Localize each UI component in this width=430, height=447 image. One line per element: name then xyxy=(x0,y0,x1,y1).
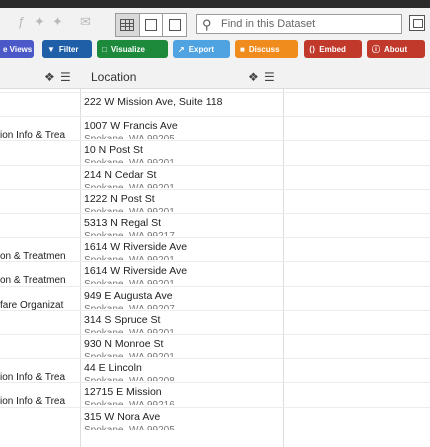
email-icon[interactable]: ✉ xyxy=(80,14,91,30)
column-menu-icon[interactable]: ☰ xyxy=(264,70,275,84)
info-icon: ⓘ xyxy=(372,44,380,54)
export-button[interactable]: ↗ Export xyxy=(173,40,230,58)
discuss-button[interactable]: ■ Discuss xyxy=(235,40,298,58)
row-divider xyxy=(0,116,430,118)
expand-icon[interactable] xyxy=(409,15,425,31)
table-cell-location: 1222 N Post St xyxy=(84,192,155,205)
discuss-icon: ■ xyxy=(240,44,245,54)
table-cell-location-cut: Spokane, WA 99201 xyxy=(84,352,175,357)
table-cell-location-cut: Spokane, WA 99201 xyxy=(84,279,175,284)
list-view-icon[interactable] xyxy=(140,14,164,36)
filter-button[interactable]: ▼ Filter xyxy=(42,40,92,58)
table-cell-location: 949 E Augusta Ave xyxy=(84,289,173,302)
table-cell-location: 314 S Spruce St xyxy=(84,313,161,326)
view-switcher xyxy=(115,13,187,37)
row-divider xyxy=(0,358,430,360)
table-cell-location: 44 E Lincoln xyxy=(84,362,142,375)
export-icon: ↗ xyxy=(178,44,185,54)
row-divider xyxy=(0,213,430,214)
table-cell-location: 1007 W Francis Ave xyxy=(84,120,178,133)
row-divider xyxy=(0,237,430,239)
chart-icon: □ xyxy=(102,44,107,54)
tumblr-icon[interactable]: ✦ xyxy=(52,14,63,30)
views-button[interactable]: e Views xyxy=(0,40,34,58)
table-cell-location-cut: Spokane, WA 99216 xyxy=(84,400,175,405)
table-cell-location: 1614 W Riverside Ave xyxy=(84,241,188,254)
info-icon[interactable]: ❖ xyxy=(44,70,55,84)
top-strip xyxy=(0,0,430,8)
table-cell-location: 5313 N Regal St xyxy=(84,217,162,229)
facebook-icon[interactable]: ƒ xyxy=(18,14,25,29)
table-cell-location: 12715 E Mission xyxy=(84,386,162,399)
twitter-icon[interactable]: ✦ xyxy=(34,14,45,30)
table-cell-location-cut: Spokane, WA 99217 xyxy=(84,231,175,236)
visualize-label: Visualize xyxy=(110,44,145,54)
table-cell-location-cut: Spokane, WA 99205 xyxy=(84,425,175,430)
embed-label: Embed xyxy=(319,44,346,54)
search-input[interactable]: ⚲ Find in this Dataset xyxy=(196,14,402,34)
row-divider xyxy=(0,92,430,93)
table-cell-location-cut: Spokane, WA 99201 xyxy=(84,207,175,212)
row-divider xyxy=(0,164,430,166)
row-divider xyxy=(0,406,430,408)
filter-icon: ▼ xyxy=(47,44,55,54)
embed-icon: ⟨⟩ xyxy=(309,44,316,54)
embed-button[interactable]: ⟨⟩ Embed xyxy=(304,40,362,58)
search-placeholder: Find in this Dataset xyxy=(221,18,316,30)
table-cell-location-cut: Spokane, WA 99201 xyxy=(84,328,175,333)
column-header-location[interactable]: Location xyxy=(91,70,136,84)
row-divider xyxy=(0,309,430,311)
row-divider xyxy=(0,188,430,190)
filter-label: Filter xyxy=(58,44,79,54)
row-divider xyxy=(0,285,430,287)
page-view-icon[interactable] xyxy=(163,14,186,36)
table-cell-location: 214 N Cedar St xyxy=(84,168,157,181)
row-divider xyxy=(0,382,430,384)
discuss-label: Discuss xyxy=(248,44,280,54)
row-divider xyxy=(0,261,430,263)
info-icon[interactable]: ❖ xyxy=(248,70,259,84)
table-cell-location-cut: Spokane, WA 99201 xyxy=(84,158,175,163)
table-cell-location-cut: Spokane, WA 99208 xyxy=(84,376,175,381)
table-cell-location: 10 N Post St xyxy=(84,144,143,157)
table-cell-location-cut: Spokane, WA 99205 xyxy=(84,134,175,139)
table-cell-location-cut: Spokane, WA 99201 xyxy=(84,255,175,260)
row-divider xyxy=(0,334,430,335)
table-cell-location: 222 W Mission Ave, Suite 118 xyxy=(84,96,223,108)
grid-view-icon[interactable] xyxy=(116,14,140,36)
search-icon: ⚲ xyxy=(202,17,212,32)
table-cell-location: 1614 W Riverside Ave xyxy=(84,265,188,278)
table-cell-location: 930 N Monroe St xyxy=(84,338,164,350)
about-label: About xyxy=(384,44,408,54)
export-label: Export xyxy=(188,44,215,54)
table-cell-location: 315 W Nora Ave xyxy=(84,410,161,423)
table-cell-location-cut: Spokane, WA 99207 xyxy=(84,304,175,309)
about-button[interactable]: ⓘ About xyxy=(367,40,425,58)
column-divider xyxy=(283,88,284,447)
visualize-button[interactable]: □ Visualize xyxy=(97,40,168,58)
views-label: e Views xyxy=(3,44,33,54)
table-cell-location-cut: Spokane, WA 99201 xyxy=(84,183,175,188)
column-divider xyxy=(80,88,81,447)
column-menu-icon[interactable]: ☰ xyxy=(60,70,71,84)
row-divider xyxy=(0,140,430,142)
